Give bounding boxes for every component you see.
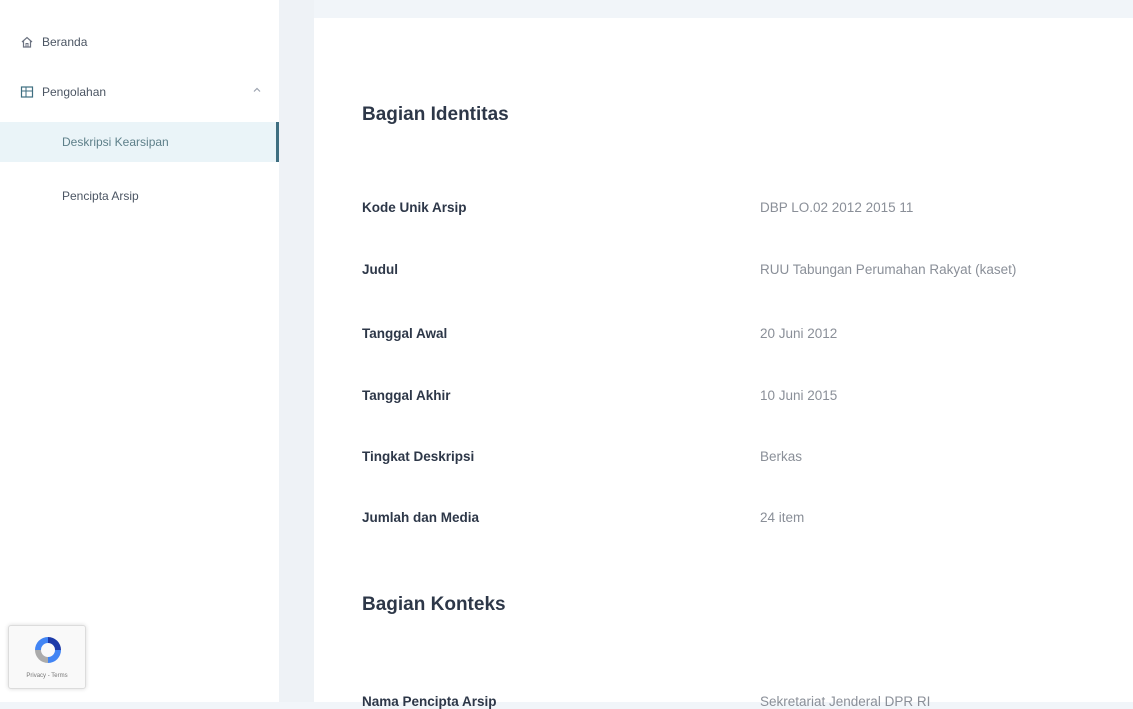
recaptcha-footer[interactable]: Privacy - Terms bbox=[9, 673, 85, 679]
field-value: Berkas bbox=[760, 449, 803, 464]
field-value: RUU Tabungan Perumahan Rakyat (kaset) bbox=[760, 262, 1017, 277]
field-label: Tanggal Awal bbox=[362, 326, 448, 341]
content-gutter bbox=[279, 0, 314, 702]
recaptcha-icon bbox=[32, 634, 64, 666]
field-label: Jumlah dan Media bbox=[362, 510, 480, 525]
detail-panel: Bagian Identitas Kode Unik Arsip DBP LO.… bbox=[314, 18, 1133, 709]
field-label: Kode Unik Arsip bbox=[362, 200, 467, 215]
section-title-konteks: Bagian Konteks bbox=[362, 594, 506, 615]
sidebar-item-label: Pencipta Arsip bbox=[62, 189, 139, 203]
field-value: 24 item bbox=[760, 510, 805, 525]
sidebar-item-pencipta-arsip[interactable]: Pencipta Arsip bbox=[0, 176, 279, 216]
sidebar-item-beranda[interactable]: Beranda bbox=[0, 28, 279, 56]
field-label: Judul bbox=[362, 262, 398, 277]
recaptcha-badge[interactable]: Privacy - Terms bbox=[8, 625, 86, 689]
field-label: Tanggal Akhir bbox=[362, 388, 451, 403]
sidebar-item-label: Pengolahan bbox=[42, 85, 107, 99]
field-value: DBP LO.02 2012 2015 11 bbox=[760, 200, 914, 215]
sidebar-item-label: Deskripsi Kearsipan bbox=[62, 135, 169, 149]
field-value: 20 Juni 2012 bbox=[760, 326, 838, 341]
sidebar-item-pengolahan[interactable]: Pengolahan bbox=[0, 76, 279, 108]
chevron-up-icon[interactable] bbox=[252, 84, 262, 94]
sidebar-item-label: Beranda bbox=[42, 35, 88, 49]
home-icon bbox=[20, 35, 34, 49]
field-value: 10 Juni 2015 bbox=[760, 388, 838, 403]
sidebar: Beranda Pengolahan Deskripsi Kearsipan P… bbox=[0, 0, 279, 702]
sidebar-item-deskripsi-kearsipan[interactable]: Deskripsi Kearsipan bbox=[0, 122, 279, 162]
field-label: Tingkat Deskripsi bbox=[362, 449, 475, 464]
section-title-identitas: Bagian Identitas bbox=[362, 104, 509, 125]
table-icon bbox=[20, 85, 34, 99]
